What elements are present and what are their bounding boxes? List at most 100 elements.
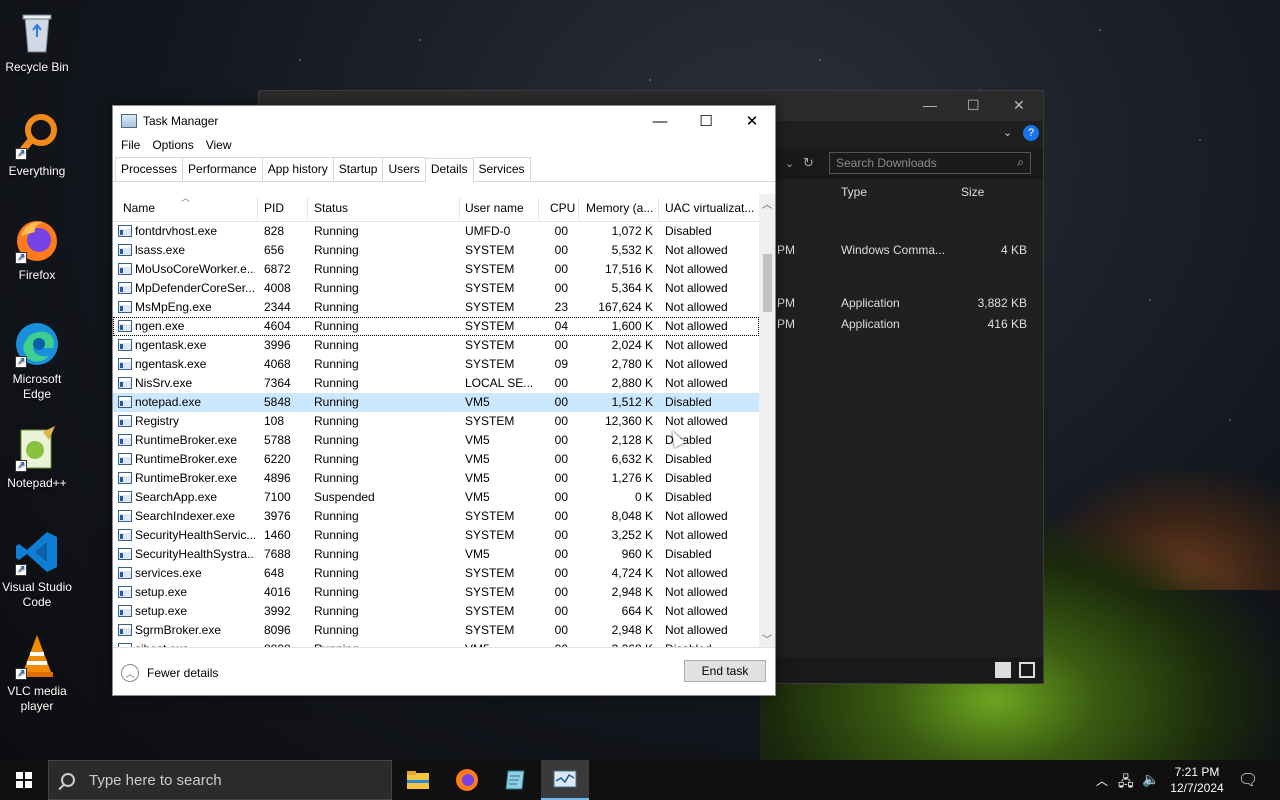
column-header-uac[interactable]: UAC virtualizat... <box>665 201 757 215</box>
cell-user: SYSTEM <box>465 319 515 333</box>
clock-time: 7:21 PM <box>1174 765 1220 779</box>
column-header-memory[interactable]: Memory (a... <box>586 201 656 215</box>
process-row[interactable]: SgrmBroker.exe 8096 Running SYSTEM 00 2,948 K… <box>113 621 759 640</box>
tab-processes[interactable]: Processes <box>115 157 184 181</box>
taskbar-file-explorer[interactable] <box>394 760 442 800</box>
process-row[interactable]: NisSrv.exe 7364 Running LOCAL SE... 00 2,880 … <box>113 374 759 393</box>
desktop-icon-everything[interactable]: Everything <box>0 112 74 179</box>
process-row[interactable]: fontdrvhost.exe 828 Running UMFD-0 00 1,072 K… <box>113 222 759 241</box>
end-task-button[interactable]: End task <box>684 660 766 682</box>
help-icon[interactable]: ? <box>1023 125 1039 141</box>
desktop-icon-vlc[interactable]: VLC media player <box>0 632 74 714</box>
firefox-icon <box>456 769 478 791</box>
tab-users[interactable]: Users <box>382 157 426 181</box>
menu-options[interactable]: Options <box>146 136 199 156</box>
process-row[interactable]: SearchApp.exe 7100 Suspended VM5 00 0 K Disabl… <box>113 488 759 507</box>
scroll-down-icon[interactable]: ﹀ <box>762 631 772 646</box>
process-row[interactable]: SecurityHealthSystra... 7688 Running VM5 00 9… <box>113 545 759 564</box>
cell-mem: 2,948 K <box>611 623 653 637</box>
tab-startup[interactable]: Startup <box>332 157 384 181</box>
column-header-name[interactable]: Name <box>123 201 155 215</box>
explorer-minimize-icon[interactable]: — <box>923 97 937 113</box>
process-row[interactable]: RuntimeBroker.exe 6220 Running VM5 00 6,632 K… <box>113 450 759 469</box>
file-size: 416 KB <box>987 317 1027 331</box>
column-divider[interactable] <box>658 198 659 220</box>
process-row[interactable]: RuntimeBroker.exe 4896 Running VM5 00 1,276 K… <box>113 469 759 488</box>
cell-pid: 7364 <box>264 376 291 390</box>
process-row[interactable]: MpDefenderCoreSer... 4008 Running SYSTEM 00 5… <box>113 279 759 298</box>
column-header-cpu[interactable]: CPU <box>550 201 575 215</box>
menu-file[interactable]: File <box>115 136 146 156</box>
tab-performance[interactable]: Performance <box>182 157 263 181</box>
network-icon[interactable]: 🖧 <box>1118 771 1134 795</box>
explorer-maximize-icon[interactable]: ☐ <box>967 97 980 114</box>
task-manager-window[interactable]: Task Manager — ☐ ✕ File Options View Pro… <box>112 105 776 696</box>
scrollbar-thumb[interactable] <box>763 254 772 312</box>
taskbar-search-box[interactable]: Type here to search <box>48 760 392 800</box>
process-row[interactable]: setup.exe 4016 Running SYSTEM 00 2,948 K Not a… <box>113 583 759 602</box>
column-divider[interactable] <box>538 198 539 220</box>
process-row[interactable]: SecurityHealthServic... 1460 Running SYSTEM… <box>113 526 759 545</box>
scroll-up-icon[interactable]: ︿ <box>762 196 772 211</box>
explorer-search-input[interactable]: Search Downloads ⌕ <box>829 152 1031 174</box>
column-header-user-name[interactable]: User name <box>465 201 524 215</box>
process-row[interactable]: lsass.exe 656 Running SYSTEM 00 5,532 K Not al… <box>113 241 759 260</box>
cell-uac: Not allowed <box>665 262 728 276</box>
taskbar-task-manager[interactable] <box>541 760 589 800</box>
notifications-icon[interactable]: 🗨 <box>1238 770 1258 790</box>
cell-mem: 664 K <box>621 604 653 618</box>
close-button[interactable]: ✕ <box>729 106 775 136</box>
tab-app-history[interactable]: App history <box>261 157 334 181</box>
tab-services[interactable]: Services <box>472 157 531 181</box>
large-icons-view-icon[interactable] <box>1019 662 1035 678</box>
fewer-details-button[interactable]: ︿ Fewer details <box>121 664 218 682</box>
tab-details[interactable]: Details <box>424 158 474 182</box>
process-row[interactable]: MsMpEng.exe 2344 Running SYSTEM 23 167,624 K N… <box>113 298 759 317</box>
cell-cpu: 00 <box>554 433 568 447</box>
show-hidden-icons-icon[interactable]: ︿ <box>1096 772 1108 789</box>
column-header-size[interactable]: Size <box>961 185 984 199</box>
process-row[interactable]: ngentask.exe 3996 Running SYSTEM 00 2,024 K No… <box>113 336 759 355</box>
menu-view[interactable]: View <box>200 136 238 156</box>
taskbar-firefox[interactable] <box>443 760 491 800</box>
column-header-type[interactable]: Type <box>841 185 867 199</box>
column-divider[interactable] <box>578 198 579 220</box>
process-row[interactable]: services.exe 648 Running SYSTEM 00 4,724 K Not… <box>113 564 759 583</box>
refresh-icon[interactable]: ↻ <box>803 155 814 171</box>
process-row[interactable]: SearchIndexer.exe 3976 Running SYSTEM 00 8,04… <box>113 507 759 526</box>
details-view-icon[interactable] <box>995 662 1011 678</box>
minimize-button[interactable]: — <box>637 106 683 136</box>
details-grid[interactable]: ︿ Name PID Status User name CPU Memory (… <box>113 194 775 648</box>
column-header-status[interactable]: Status <box>314 201 348 215</box>
cell-pid: 648 <box>264 566 285 580</box>
process-row[interactable]: ngen.exe 4604 Running SYSTEM 04 1,600 K Not al… <box>113 317 759 336</box>
vertical-scrollbar[interactable]: ︿ ﹀ <box>759 194 775 648</box>
column-divider[interactable] <box>459 198 460 220</box>
desktop-icon-firefox[interactable]: Firefox <box>0 216 74 283</box>
cell-uac: Disabled <box>665 490 712 504</box>
process-row[interactable]: setup.exe 3992 Running SYSTEM 00 664 K Not all… <box>113 602 759 621</box>
process-row[interactable]: ngentask.exe 4068 Running SYSTEM 09 2,780 K No… <box>113 355 759 374</box>
address-dropdown-icon[interactable]: ⌄ <box>785 157 794 170</box>
taskbar-notepad[interactable] <box>492 760 540 800</box>
column-divider[interactable] <box>307 198 308 220</box>
desktop-icon-notepadpp[interactable]: Notepad++ <box>0 424 74 491</box>
explorer-close-icon[interactable]: ✕ <box>1013 97 1025 114</box>
system-clock[interactable]: 7:21 PM 12/7/2024 <box>1164 764 1230 796</box>
process-row[interactable]: notepad.exe 5848 Running VM5 00 1,512 K Disabl… <box>113 393 759 412</box>
start-button[interactable] <box>0 760 48 800</box>
process-icon <box>118 301 132 313</box>
process-row[interactable]: Registry 108 Running SYSTEM 00 12,360 K Not al… <box>113 412 759 431</box>
process-row[interactable]: RuntimeBroker.exe 5788 Running VM5 00 2,128 K… <box>113 431 759 450</box>
column-divider[interactable] <box>257 198 258 220</box>
desktop-icon-edge[interactable]: Microsoft Edge <box>0 320 74 402</box>
column-header-pid[interactable]: PID <box>264 201 284 215</box>
chevron-down-icon[interactable]: ⌄ <box>1003 126 1012 139</box>
maximize-button[interactable]: ☐ <box>683 106 729 136</box>
cell-mem: 1,600 K <box>611 319 653 333</box>
process-row[interactable]: MoUsoCoreWorker.e... 6872 Running SYSTEM 00 1… <box>113 260 759 279</box>
desktop-icon-vscode[interactable]: Visual Studio Code <box>0 528 74 610</box>
volume-muted-icon[interactable]: 🔈 <box>1142 771 1159 788</box>
process-icon <box>118 263 132 275</box>
desktop-icon-recycle-bin[interactable]: Recycle Bin <box>0 8 74 75</box>
